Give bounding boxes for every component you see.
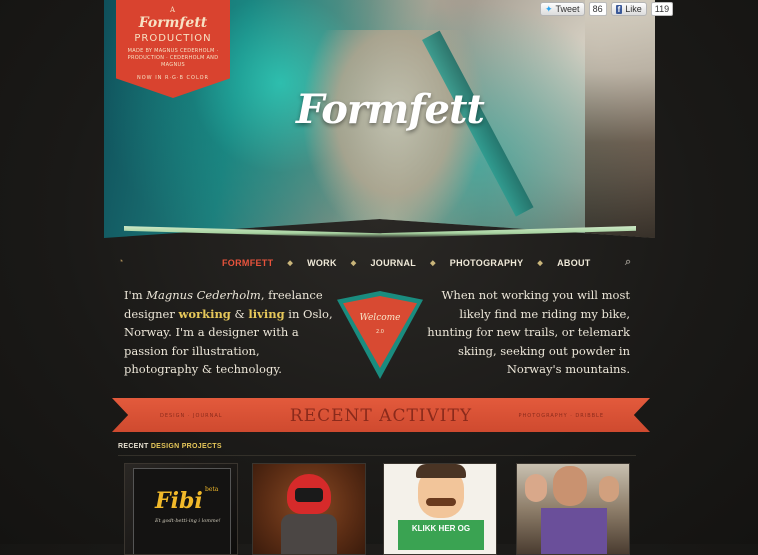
like-label: Like: [625, 4, 642, 14]
badge-credits: MADE BY MAGNUS CEDERHOLM · PRODUCTION · …: [127, 48, 219, 68]
fibi-logo: Fibi: [155, 488, 203, 514]
site-logo[interactable]: Formfett: [296, 86, 485, 133]
character-mustache: [426, 498, 456, 506]
welcome-text: Welcome: [359, 313, 401, 323]
character-body: [281, 514, 337, 554]
badge-brand: Formfett: [138, 15, 208, 31]
badge-line1: A: [169, 6, 177, 14]
nav-formfett[interactable]: FORMFETT: [222, 258, 273, 268]
hero-shelf: [585, 0, 655, 238]
person-face: [525, 474, 547, 502]
recent-activity-ribbon: DESIGN · JOURNAL RECENT ACTIVITY PHOTOGR…: [112, 398, 650, 432]
person-face: [599, 476, 619, 502]
hero-person: [304, 30, 484, 238]
nav-separator-icon: ◆: [537, 260, 544, 267]
nav-journal[interactable]: JOURNAL: [370, 258, 416, 268]
character-hair: [416, 464, 466, 478]
project-thumb-group-photo[interactable]: [516, 463, 630, 555]
social-buttons: ✦ Tweet 86 f Like 119: [540, 2, 674, 16]
person-face: [553, 466, 587, 506]
intro-text: &: [230, 306, 249, 321]
like-count: 119: [650, 2, 674, 16]
badge-footer: NOW IN R·G·B COLOR: [136, 75, 209, 81]
klikk-sign: KLIKK HER OG: [398, 520, 484, 550]
projects-heading-prefix: RECENT: [118, 443, 151, 450]
project-thumb-mustache[interactable]: KLIKK HER OG: [383, 463, 497, 555]
main-nav: ◔ FORMFETT ◆ WORK ◆ JOURNAL ◆ PHOTOGRAPH…: [0, 256, 758, 272]
tweet-count: 86: [588, 2, 607, 16]
intro-right: When not working you will most likely fi…: [427, 288, 630, 376]
search-icon[interactable]: ⌕: [625, 256, 631, 269]
rss-icon[interactable]: ◔: [118, 256, 125, 266]
twitter-bird-icon: ✦: [545, 3, 553, 14]
badge-production: PRODUCTION: [134, 33, 212, 44]
project-thumb-helmet[interactable]: [252, 463, 366, 555]
welcome-badge: Welcome 2.0: [337, 291, 423, 379]
intro-text: I'm: [124, 288, 147, 302]
nav-separator-icon: ◆: [430, 260, 436, 267]
tweet-label: Tweet: [555, 4, 580, 14]
nav-separator-icon: ◆: [350, 260, 357, 267]
nav-photography[interactable]: PHOTOGRAPHY: [450, 258, 524, 268]
author-name: Magnus Cederholm: [146, 288, 261, 302]
fibi-beta-badge: beta: [205, 486, 219, 493]
highlight-working: working: [178, 306, 231, 321]
tweet-button[interactable]: ✦ Tweet: [540, 2, 585, 16]
project-thumb-fibi[interactable]: Fibi beta Et godt-betti-ing i lomme!: [124, 463, 238, 555]
intro-left: I'm Magnus Cederholm, freelance designer…: [124, 286, 334, 379]
highlight-living: living: [248, 306, 285, 321]
nav-work[interactable]: WORK: [307, 258, 337, 268]
nav-separator-icon: ◆: [287, 260, 294, 267]
projects-heading: RECENT DESIGN PROJECTS: [118, 443, 636, 456]
production-badge: A Formfett PRODUCTION MADE BY MAGNUS CED…: [116, 0, 230, 98]
helmet-visor: [295, 488, 323, 502]
welcome-version: 2.0: [376, 329, 384, 335]
facebook-icon: f: [615, 4, 623, 14]
person-shirt: [541, 508, 607, 554]
ribbon-right-links[interactable]: PHOTOGRAPHY · DRIBBLE: [519, 413, 604, 419]
projects-heading-accent: DESIGN PROJECTS: [150, 443, 222, 450]
like-button[interactable]: f Like: [610, 2, 647, 16]
fibi-tagline: Et godt-betti-ing i lomme!: [155, 518, 221, 524]
nav-about[interactable]: ABOUT: [557, 258, 591, 268]
